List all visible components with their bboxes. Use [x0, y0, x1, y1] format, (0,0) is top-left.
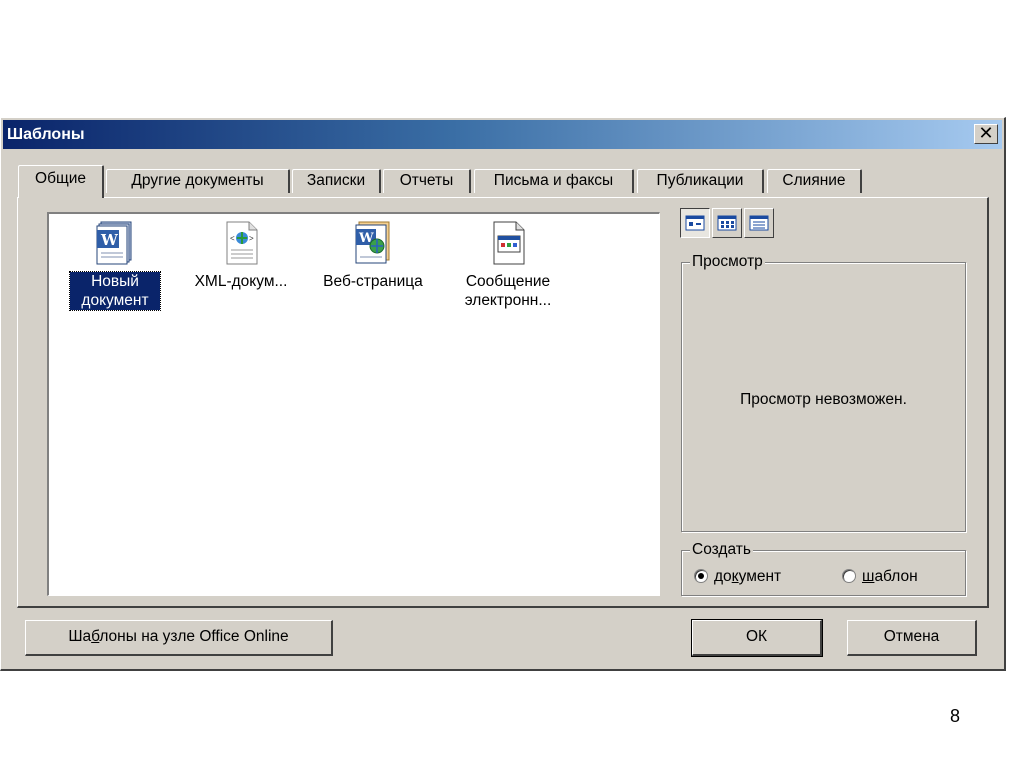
preview-legend: Просмотр: [690, 252, 765, 272]
window-title: Шаблоны: [7, 126, 85, 143]
svg-text:>: >: [249, 234, 254, 243]
radio-label-part: до: [714, 568, 732, 585]
close-icon: ✕: [978, 123, 994, 143]
close-button[interactable]: ✕: [974, 124, 998, 144]
template-web-page[interactable]: W Веб-страница: [313, 220, 433, 291]
large-icons-view-icon: [685, 215, 705, 231]
list-view-icon: [717, 215, 737, 231]
tab-memos[interactable]: Записки: [292, 169, 381, 193]
templates-list[interactable]: W Новый документ < > XML-докум... W Веб-…: [47, 212, 660, 596]
tab-other-documents[interactable]: Другие документы: [106, 169, 290, 193]
tab-label: Отчеты: [399, 172, 454, 189]
tab-mail-merge[interactable]: Слияние: [767, 169, 862, 193]
xml-document-icon: < >: [221, 220, 261, 266]
ok-label: ОК: [745, 628, 768, 645]
template-email-message[interactable]: Сообщение электронн...: [445, 220, 571, 310]
template-xml-document[interactable]: < > XML-докум...: [181, 220, 301, 291]
radio-label-accelerator: к: [731, 568, 739, 585]
office-online-templates-button[interactable]: Шаблоны на узле Office Online: [25, 620, 333, 656]
radio-label-part: аблон: [874, 568, 918, 585]
preview-group: Просмотр Просмотр невозможен.: [681, 252, 966, 532]
tab-label: Другие документы: [131, 172, 264, 189]
details-view-icon: [749, 215, 769, 231]
tab-general[interactable]: Общие: [18, 165, 104, 198]
web-page-icon: W: [353, 220, 393, 266]
radio-indicator-checked[interactable]: [694, 569, 708, 583]
tab-reports[interactable]: Отчеты: [383, 169, 471, 193]
tab-publications[interactable]: Публикации: [637, 169, 764, 193]
template-label: Веб-страница: [323, 273, 423, 290]
tab-panel-general: W Новый документ < > XML-докум... W Веб-…: [17, 197, 989, 608]
template-label: Новый документ: [69, 271, 161, 311]
button-label-part: лоны на узле Office Online: [99, 628, 289, 645]
svg-text:W: W: [100, 231, 119, 249]
tab-letters-faxes[interactable]: Письма и факсы: [474, 169, 634, 193]
tab-label: Публикации: [656, 172, 744, 189]
view-large-icons-button[interactable]: [680, 208, 710, 238]
cancel-label: Отмена: [883, 628, 940, 645]
email-message-icon: [488, 220, 528, 266]
view-list-button[interactable]: [712, 208, 742, 238]
svg-text:<: <: [230, 234, 235, 243]
ok-button[interactable]: ОК: [691, 619, 823, 657]
radio-indicator[interactable]: [842, 569, 856, 583]
tab-label: Записки: [306, 172, 366, 189]
templates-dialog: Шаблоны ✕ Общие Другие документы Записки…: [0, 117, 1006, 671]
tab-label: Слияние: [782, 172, 846, 189]
template-new-document[interactable]: W Новый документ: [55, 220, 175, 311]
template-label: XML-докум...: [194, 273, 288, 290]
slide-page-number: 8: [950, 706, 961, 726]
view-details-button[interactable]: [744, 208, 774, 238]
title-bar[interactable]: Шаблоны ✕: [3, 120, 1002, 149]
tab-label: Общие: [35, 170, 86, 187]
create-group: Создать документ шаблон: [681, 540, 966, 596]
cancel-button[interactable]: Отмена: [847, 620, 977, 656]
tab-label: Письма и факсы: [493, 172, 614, 189]
template-label: Сообщение электронн...: [464, 273, 552, 309]
radio-label-part: умент: [738, 568, 782, 585]
preview-message: Просмотр невозможен.: [740, 391, 907, 408]
create-legend: Создать: [690, 540, 753, 560]
button-label-part: Ша: [68, 628, 92, 645]
radio-template[interactable]: шаблон: [842, 567, 918, 587]
radio-label-accelerator: ш: [862, 568, 875, 585]
word-document-icon: W: [95, 220, 135, 266]
radio-document[interactable]: документ: [694, 567, 781, 587]
